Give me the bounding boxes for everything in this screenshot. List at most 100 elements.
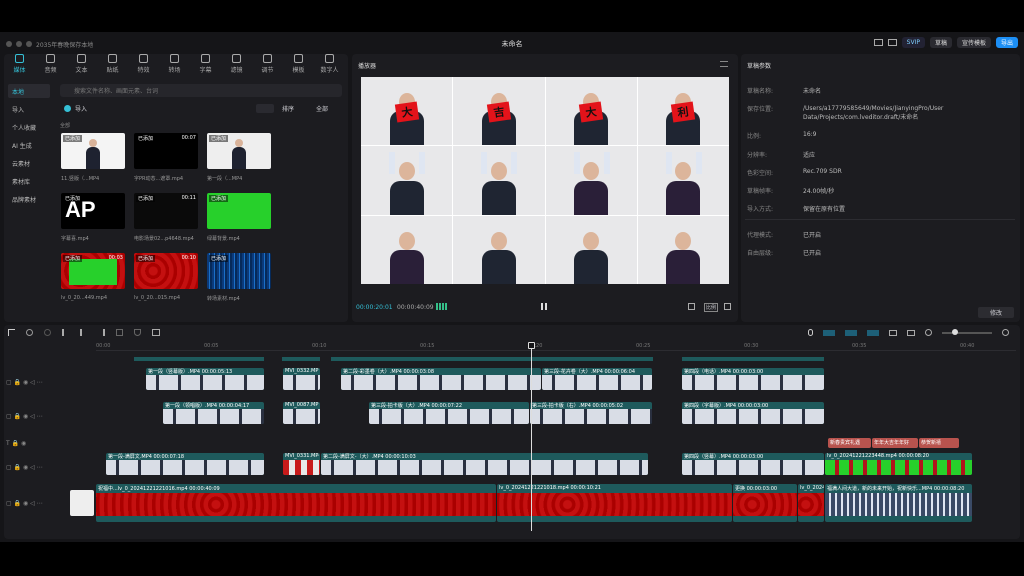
sidebar-item-ai[interactable]: AI 生成 xyxy=(8,138,50,152)
media-tile[interactable]: 已添加 xyxy=(207,193,271,229)
media-tile[interactable]: 已添加 xyxy=(207,253,271,289)
delete-icon[interactable] xyxy=(116,329,123,336)
tab-transition[interactable]: 转场 xyxy=(159,54,190,76)
play-pause-button[interactable] xyxy=(541,303,547,310)
monitor-icon[interactable] xyxy=(873,39,883,46)
tab-filter[interactable]: 滤镜 xyxy=(221,54,252,76)
template-button[interactable]: 宣传模板 xyxy=(956,37,991,48)
media-tile[interactable]: 已添加 00:10 xyxy=(134,253,198,289)
video-clip[interactable]: 第一段（竖幕版）.MP4 00:00:05:13 xyxy=(146,368,264,390)
tab-digital-human[interactable]: 数字人 xyxy=(314,54,345,76)
playhead-handle[interactable] xyxy=(528,342,535,349)
track-controls[interactable]: ▢ 🔒 ◉ ◁ ⋯ xyxy=(6,413,43,420)
draft-button[interactable]: 草稿 xyxy=(929,37,952,48)
linkage-icon[interactable] xyxy=(867,329,879,336)
sidebar-item-local[interactable]: 本地 xyxy=(8,84,50,98)
zoom-out-icon[interactable] xyxy=(925,329,932,336)
sidebar-item-library[interactable]: 素材库 xyxy=(8,174,50,188)
main-video-clip[interactable]: 福满人间大道，新的未来开始，祝新快乐...MP4 00:00:08:20 xyxy=(825,484,972,522)
zoom-fit-icon[interactable] xyxy=(907,329,915,336)
export-button[interactable]: 导出 xyxy=(995,37,1018,48)
sidebar-item-favorites[interactable]: 个人收藏 xyxy=(8,120,50,134)
sidebar-item-import[interactable]: 导入 xyxy=(8,102,50,116)
param-row: 保存位置:/Users/a17779585649/Movies/Jianying… xyxy=(747,105,944,121)
ratio-button[interactable]: 比例 xyxy=(704,303,719,312)
sort-button[interactable]: 排序 xyxy=(282,104,294,113)
tab-subtitle[interactable]: 字幕 xyxy=(190,54,221,76)
video-clip[interactable]: lv_0_20241221223448.mp4 00:00:08:20 xyxy=(825,453,972,475)
media-tile[interactable]: 已添加 00:07 xyxy=(134,133,198,169)
import-button[interactable]: 导入 xyxy=(64,104,87,113)
cover-thumbnail[interactable] xyxy=(70,490,94,516)
search-input[interactable]: 搜索文件名称、画面元素、台词 xyxy=(60,84,342,97)
main-video-clip[interactable]: 更换 00:00:03:00 xyxy=(733,484,797,522)
undo-icon[interactable] xyxy=(26,329,33,336)
video-clip[interactable]: 第四段（字幕版）.MP4 00:00:03:00 xyxy=(682,402,824,424)
tab-audio[interactable]: 音频 xyxy=(35,54,66,76)
fullscreen-icon[interactable] xyxy=(724,303,731,310)
main-video-clip[interactable]: lv_0_2024... xyxy=(798,484,824,522)
edit-button[interactable]: 修改 xyxy=(978,307,1014,318)
screenshot-icon[interactable] xyxy=(152,329,160,336)
tab-adjust[interactable]: 调节 xyxy=(252,54,283,76)
video-clip[interactable]: 第一段（领唱版）.MP4 00:00:04:17 xyxy=(163,402,264,424)
view-toggle[interactable] xyxy=(256,104,274,113)
video-clip[interactable]: MVI_0332.MP xyxy=(283,368,320,390)
video-clip[interactable]: 第四段（电话）.MP4 00:00:03:00 xyxy=(682,368,824,390)
sidebar-item-brand[interactable]: 品牌素材 xyxy=(8,192,50,206)
magnet-icon[interactable] xyxy=(845,329,857,336)
video-clip[interactable]: MVI_0087.MP xyxy=(283,402,320,424)
vip-badge[interactable]: SVIP xyxy=(901,37,925,48)
video-clip[interactable]: 第三段-拍卡版（右）.MP4 00:00:05:02 xyxy=(530,402,652,424)
shield-icon[interactable] xyxy=(134,329,141,336)
video-preview[interactable]: 大 吉 大 利 xyxy=(361,77,729,284)
link-main-icon[interactable] xyxy=(823,329,835,336)
select-tool-icon[interactable] xyxy=(8,329,15,336)
main-video-clip[interactable]: 祝福中...lv_0_20241221221016.mp4 00:00:40:0… xyxy=(96,484,496,522)
mic-icon[interactable] xyxy=(808,329,813,336)
video-clip[interactable]: 第四段（竖幕）.MP4 00:00:03:00 xyxy=(682,453,824,475)
video-clip[interactable]: 第二段-满屏文-（大）.MP4 00:00:10:03 xyxy=(321,453,648,475)
track-controls[interactable]: ▢ 🔒 ◉ ◁ ⋯ xyxy=(6,500,43,507)
media-tile[interactable]: 已添加 00:11 xyxy=(134,193,198,229)
track-controls[interactable]: T 🔒 ◉ xyxy=(6,440,26,447)
crop-icon[interactable] xyxy=(688,303,695,310)
media-tile[interactable]: 已添加 xyxy=(207,133,271,169)
tab-sticker[interactable]: 贴纸 xyxy=(97,54,128,76)
preview-axis-icon[interactable] xyxy=(889,329,897,336)
text-clip[interactable]: 年年大吉年年好 xyxy=(872,438,918,448)
sidebar-item-cloud[interactable]: 云素材 xyxy=(8,156,50,170)
split-left-icon[interactable] xyxy=(80,329,87,336)
media-tile[interactable]: 已添加 xyxy=(61,133,125,169)
zoom-in-icon[interactable] xyxy=(1002,329,1009,336)
layout-icon[interactable] xyxy=(887,39,897,46)
tab-text[interactable]: 文本 xyxy=(66,54,97,76)
video-clip[interactable]: MVI_0331.MP4 xyxy=(283,453,320,475)
time-ruler[interactable]: 00:00 00:05 00:10 00:15 00:20 00:25 00:3… xyxy=(96,343,1016,351)
param-row: 分辨率: 适应 xyxy=(747,152,816,159)
video-clip[interactable]: 第二段-彩墨卷（大）.MP4 00:00:03:08 xyxy=(341,368,541,390)
filter-all-button[interactable]: 全部 xyxy=(316,104,328,113)
player-menu-icon[interactable] xyxy=(720,61,728,67)
zoom-slider[interactable] xyxy=(942,328,992,335)
track-controls[interactable]: ▢ 🔒 ◉ ◁ ⋯ xyxy=(6,379,43,386)
video-clip[interactable]: 第三段-拍卡版（大）.MP4 00:00:07:22 xyxy=(369,402,529,424)
track-controls[interactable]: ▢ 🔒 ◉ ◁ ⋯ xyxy=(6,464,43,471)
waveform-icon[interactable] xyxy=(436,303,448,310)
media-tabs: 媒体 音频 文本 贴纸 特效 转场 字幕 滤镜 调节 模板 数字人 xyxy=(4,54,346,76)
tab-media[interactable]: 媒体 xyxy=(4,54,35,76)
redo-icon[interactable] xyxy=(44,329,51,336)
import-icon xyxy=(64,105,71,112)
text-clip[interactable]: 新春贵宾礼遇 xyxy=(828,438,871,448)
video-clip[interactable]: 第一段-满屏文.MP4 00:00:07:18 xyxy=(106,453,264,475)
media-tile[interactable]: 已添加 AP xyxy=(61,193,125,229)
tab-template[interactable]: 模板 xyxy=(283,54,314,76)
tab-effects[interactable]: 特效 xyxy=(128,54,159,76)
main-video-clip[interactable]: lv_0_20241221221018.mp4 00:00:10:21 xyxy=(497,484,732,522)
video-clip[interactable]: 第三段-花卉卷（大）.MP4 00:00:06:04 xyxy=(542,368,652,390)
split-icon[interactable] xyxy=(62,329,69,336)
text-clip[interactable]: 恭贺新禧 xyxy=(919,438,959,448)
media-tile[interactable]: 已添加 00:03 xyxy=(61,253,125,289)
split-right-icon[interactable] xyxy=(98,329,105,336)
playhead[interactable] xyxy=(531,343,532,531)
